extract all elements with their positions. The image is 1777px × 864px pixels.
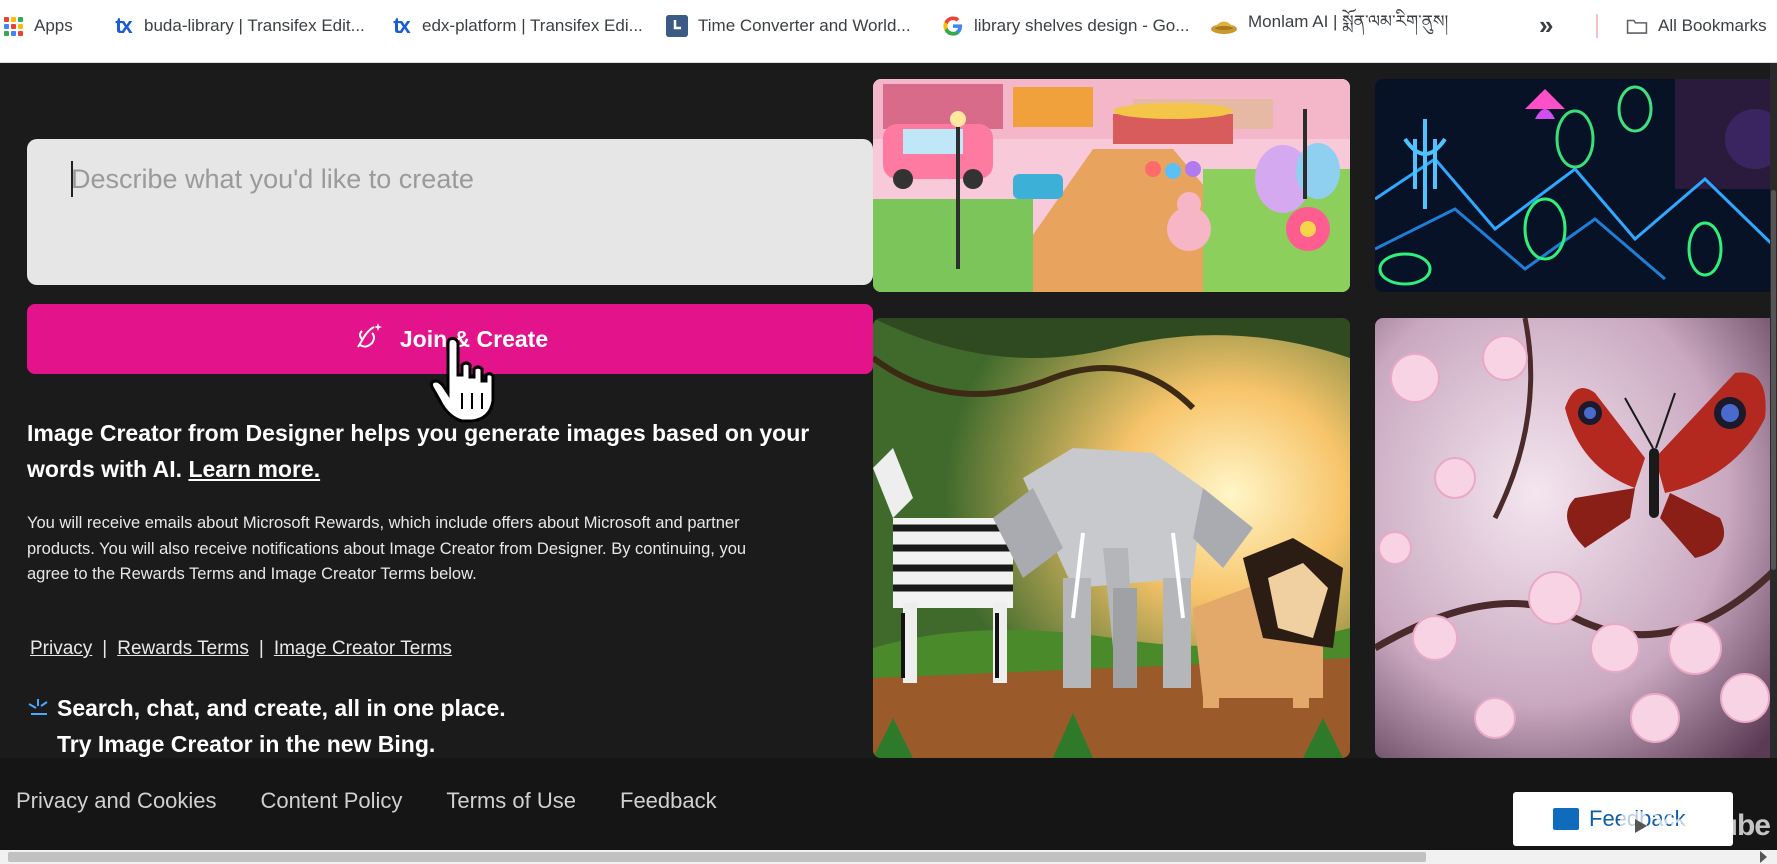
rewards-terms-link[interactable]: Rewards Terms <box>117 638 249 660</box>
bookmark-edx-platform[interactable]: tx edx-platform | Transifex Edi... <box>390 0 643 52</box>
gallery-image-easter-park[interactable] <box>873 79 1350 292</box>
footer-link-content-policy[interactable]: Content Policy <box>261 788 403 814</box>
promo-line-1: Search, chat, and create, all in one pla… <box>57 695 506 721</box>
privacy-link[interactable]: Privacy <box>30 638 92 660</box>
clock-icon <box>666 15 688 37</box>
bookmarks-divider <box>1596 14 1598 38</box>
bing-sparkle-icon <box>27 692 49 715</box>
all-bookmarks-button[interactable]: All Bookmarks <box>1626 0 1767 52</box>
example-gallery <box>873 63 1777 758</box>
intro-headline-text: Image Creator from Designer helps you ge… <box>27 420 810 482</box>
bookmarks-bar: Apps tx buda-library | Transifex Edit...… <box>0 0 1777 63</box>
terms-separator: | <box>258 638 264 659</box>
google-icon <box>942 15 964 37</box>
wand-sparkle-icon <box>352 319 386 359</box>
play-icon <box>1620 811 1648 841</box>
image-creator-terms-link[interactable]: Image Creator Terms <box>274 638 452 660</box>
gallery-image-butterfly-blossom[interactable] <box>1375 318 1777 758</box>
terms-separator: | <box>102 638 108 659</box>
prompt-box[interactable] <box>27 139 873 285</box>
transifex-icon: tx <box>115 13 133 38</box>
apps-grid-icon <box>2 15 24 37</box>
intro-headline: Image Creator from Designer helps you ge… <box>27 415 857 487</box>
monlam-icon <box>1210 15 1238 37</box>
watermark-text: YouTube <box>1653 809 1771 842</box>
bookmark-label: buda-library | Transifex Edit... <box>144 16 365 35</box>
bookmark-apps[interactable]: Apps <box>2 0 73 52</box>
bookmark-label: Time Converter and World... <box>698 16 911 35</box>
all-bookmarks-label: All Bookmarks <box>1658 16 1767 35</box>
youtube-watermark: YouTube <box>1620 805 1771 847</box>
bookmark-library-shelves[interactable]: library shelves design - Go... <box>942 0 1189 52</box>
footer-links: Privacy and Cookies Content Policy Terms… <box>16 788 717 814</box>
bookmark-label: Monlam AI | སྨོན་ལམ་རིག་ནུས། <box>1248 12 1449 31</box>
bookmark-label: edx-platform | Transifex Edi... <box>422 16 643 35</box>
horizontal-scrollbar-thumb[interactable] <box>8 852 1426 862</box>
rewards-disclaimer: You will receive emails about Microsoft … <box>27 514 747 583</box>
prompt-input[interactable] <box>71 159 851 199</box>
vertical-scrollbar-thumb[interactable] <box>1771 190 1776 570</box>
bookmark-monlam-ai[interactable]: Monlam AI | སྨོན་ལམ་རིག་ནུས། <box>1210 0 1448 52</box>
bookmark-label: Apps <box>34 16 73 35</box>
terms-links: Privacy | Rewards Terms | Image Creator … <box>30 638 452 660</box>
scroll-right-arrow-icon[interactable] <box>1760 851 1767 863</box>
gallery-image-neon-circuit[interactable] <box>1375 79 1777 292</box>
footer-link-terms-of-use[interactable]: Terms of Use <box>446 788 576 814</box>
page-footer: Privacy and Cookies Content Policy Terms… <box>0 758 1777 850</box>
folder-icon <box>1626 15 1648 37</box>
transifex-icon: tx <box>393 13 411 38</box>
bookmarks-overflow-button[interactable]: » <box>1539 10 1554 41</box>
screen: Apps tx buda-library | Transifex Edit...… <box>0 0 1777 864</box>
bing-promo: Search, chat, and create, all in one pla… <box>27 690 506 762</box>
bookmark-time-converter[interactable]: Time Converter and World... <box>666 0 911 52</box>
bookmark-label: library shelves design - Go... <box>974 16 1190 35</box>
learn-more-link[interactable]: Learn more. <box>188 456 320 482</box>
chat-bubble-icon <box>1553 808 1579 830</box>
text-caret <box>71 161 73 197</box>
footer-link-privacy-cookies[interactable]: Privacy and Cookies <box>16 788 217 814</box>
join-and-create-button[interactable]: Join & Create <box>27 304 873 374</box>
creator-panel: Join & Create Image Creator from Designe… <box>0 63 873 758</box>
promo-line-2: Try Image Creator in the new Bing. <box>57 731 436 757</box>
gallery-image-origami-safari[interactable] <box>873 318 1350 758</box>
bookmark-buda-library[interactable]: tx buda-library | Transifex Edit... <box>112 0 365 52</box>
join-and-create-label: Join & Create <box>399 325 549 352</box>
footer-link-feedback[interactable]: Feedback <box>620 788 717 814</box>
